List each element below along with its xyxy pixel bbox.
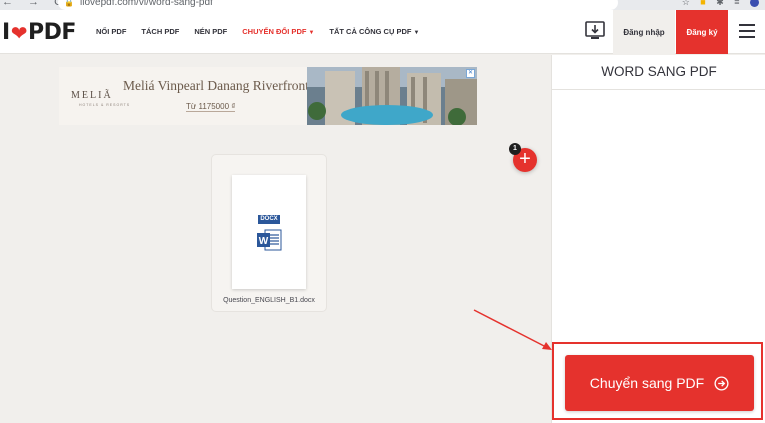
caret-down-icon: ▼ [413, 30, 420, 36]
ad-close-icon[interactable]: ✕ [466, 69, 475, 78]
login-button[interactable]: Đăng nhập [613, 10, 675, 54]
ad-price[interactable]: Từ 1175000 ₫ [186, 102, 236, 112]
address-bar-url: ilovepdf.com/vi/word-sang-pdf [80, 0, 213, 8]
menu-item-convert-pdf[interactable]: CHUYỂN ĐỔI PDF ▼ [242, 27, 314, 36]
docx-badge: DOCX [258, 215, 280, 224]
page: ← → C 🔒 ilovepdf.com/vi/word-sang-pdf ☆ … [0, 0, 765, 423]
ad-hotel-photo [307, 67, 477, 125]
desktop-download-icon[interactable] [584, 20, 606, 42]
menu-item-merge-pdf[interactable]: NỐI PDF [96, 27, 126, 36]
ad-headline: Meliá Vinpearl Danang Riverfront [123, 78, 310, 93]
menu-item-all-tools[interactable]: TẤT CẢ CÔNG CỤ PDF ▼ [329, 27, 419, 36]
uploaded-file-card[interactable]: DOCX W Question_ENGLISH_B1.docx [212, 155, 326, 311]
browser-toolbar: ← → C 🔒 ilovepdf.com/vi/word-sang-pdf ☆ … [0, 0, 765, 10]
file-name: Question_ENGLISH_B1.docx [223, 297, 315, 304]
hamburger-menu-icon[interactable] [739, 24, 755, 38]
menu-item-compress-pdf[interactable]: NÉN PDF [194, 27, 227, 36]
profile-avatar [750, 0, 759, 8]
signup-button[interactable]: Đăng ký [676, 10, 728, 54]
sidebar-title: WORD SANG PDF [601, 64, 717, 79]
file-thumbnail: DOCX W [232, 175, 306, 289]
top-navbar: I ❤ PDF NỐI PDF TÁCH PDF NÉN PDF CHUYỂN … [0, 10, 765, 54]
main-menu: NỐI PDF TÁCH PDF NÉN PDF CHUYỂN ĐỔI PDF ▼… [96, 27, 434, 36]
sidebar-divider [552, 89, 765, 90]
logo-suffix: PDF [27, 20, 76, 45]
ad-brand: MELIÃ [71, 90, 113, 101]
convert-button-label: Chuyển sang PDF [589, 375, 705, 391]
menu-item-all-tools-label: TẤT CẢ CÔNG CỤ PDF [329, 27, 412, 36]
heart-icon: ❤ [10, 20, 28, 45]
arrow-right-circle-icon [714, 375, 729, 391]
svg-text:W: W [259, 236, 269, 247]
caret-down-icon: ▼ [308, 30, 315, 36]
ad-brand-subtitle: HOTELS & RESORTS [79, 103, 131, 107]
file-count-badge: 1 [509, 143, 521, 155]
convert-to-pdf-button[interactable]: Chuyển sang PDF [565, 355, 754, 411]
browser-extension-icons[interactable]: ☆ ■ ✱ ≡ [682, 0, 759, 8]
ilovepdf-logo[interactable]: I ❤ PDF [2, 20, 76, 45]
word-document-icon: W [257, 229, 282, 251]
menu-item-split-pdf[interactable]: TÁCH PDF [141, 27, 179, 36]
lock-icon: 🔒 [64, 0, 74, 7]
logo-prefix: I [2, 20, 10, 45]
menu-item-convert-pdf-label: CHUYỂN ĐỔI PDF [242, 27, 307, 36]
address-bar[interactable]: 🔒 ilovepdf.com/vi/word-sang-pdf [58, 0, 618, 10]
ad-banner[interactable]: MELIÃ HOTELS & RESORTS Meliá Vinpearl Da… [59, 67, 477, 125]
